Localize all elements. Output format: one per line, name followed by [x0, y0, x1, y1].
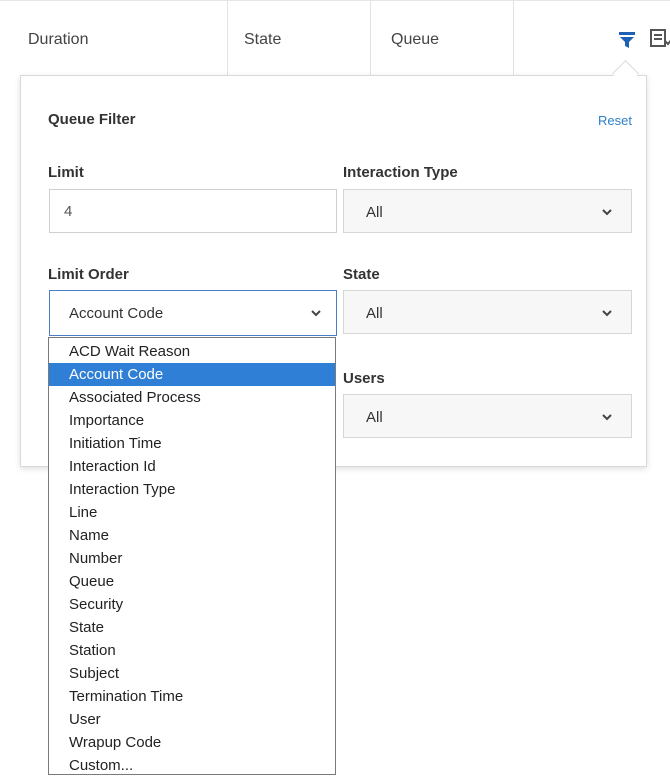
column-header-queue[interactable]: Queue — [371, 1, 514, 79]
chevron-down-icon — [602, 414, 612, 421]
dropdown-option[interactable]: Importance — [49, 409, 335, 432]
dropdown-option[interactable]: Number — [49, 547, 335, 570]
dropdown-option[interactable]: Subject — [49, 662, 335, 685]
column-header-duration[interactable]: Duration — [0, 1, 228, 79]
dropdown-option[interactable]: Initiation Time — [49, 432, 335, 455]
select-value: Account Code — [69, 305, 164, 322]
select-value: All — [366, 305, 383, 322]
dropdown-option[interactable]: Termination Time — [49, 685, 335, 708]
state-label: State — [343, 266, 380, 283]
limit-input[interactable] — [49, 189, 337, 233]
column-header-label: Duration — [28, 31, 89, 48]
state-select[interactable]: All — [343, 290, 632, 334]
dropdown-option-selected[interactable]: Account Code — [49, 363, 335, 386]
users-label: Users — [343, 370, 385, 387]
dropdown-option[interactable]: Interaction Id — [49, 455, 335, 478]
dropdown-option[interactable]: Interaction Type — [49, 478, 335, 501]
dropdown-option[interactable]: State — [49, 616, 335, 639]
limit-order-dropdown-list: ACD Wait Reason Account Code Associated … — [48, 337, 336, 775]
chevron-down-icon — [602, 310, 612, 317]
column-header-state[interactable]: State — [228, 1, 371, 79]
dropdown-option[interactable]: Line — [49, 501, 335, 524]
dropdown-option[interactable]: ACD Wait Reason — [49, 340, 335, 363]
limit-label: Limit — [48, 164, 84, 181]
dropdown-option[interactable]: User — [49, 708, 335, 731]
column-header-label: Queue — [391, 31, 440, 48]
select-value: All — [366, 409, 383, 426]
dropdown-option[interactable]: Station — [49, 639, 335, 662]
dropdown-option[interactable]: Custom... — [49, 754, 335, 777]
dropdown-option[interactable]: Queue — [49, 570, 335, 593]
column-picker-icon[interactable] — [650, 29, 670, 49]
select-value: All — [366, 204, 383, 221]
table-header: Duration State Queue — [0, 0, 670, 79]
filter-icon[interactable] — [618, 31, 636, 49]
limit-order-select[interactable]: Account Code — [49, 290, 337, 336]
users-select[interactable]: All — [343, 394, 632, 438]
dropdown-option[interactable]: Name — [49, 524, 335, 547]
interaction-type-label: Interaction Type — [343, 164, 458, 181]
limit-order-label: Limit Order — [48, 266, 129, 283]
dropdown-option[interactable]: Security — [49, 593, 335, 616]
panel-title: Queue Filter — [48, 111, 136, 128]
interaction-type-select[interactable]: All — [343, 189, 632, 233]
chevron-down-icon — [602, 209, 612, 216]
dropdown-option[interactable]: Associated Process — [49, 386, 335, 409]
chevron-down-icon — [311, 310, 321, 317]
dropdown-option[interactable]: Wrapup Code — [49, 731, 335, 754]
reset-link[interactable]: Reset — [598, 113, 632, 128]
column-header-label: State — [244, 31, 282, 48]
